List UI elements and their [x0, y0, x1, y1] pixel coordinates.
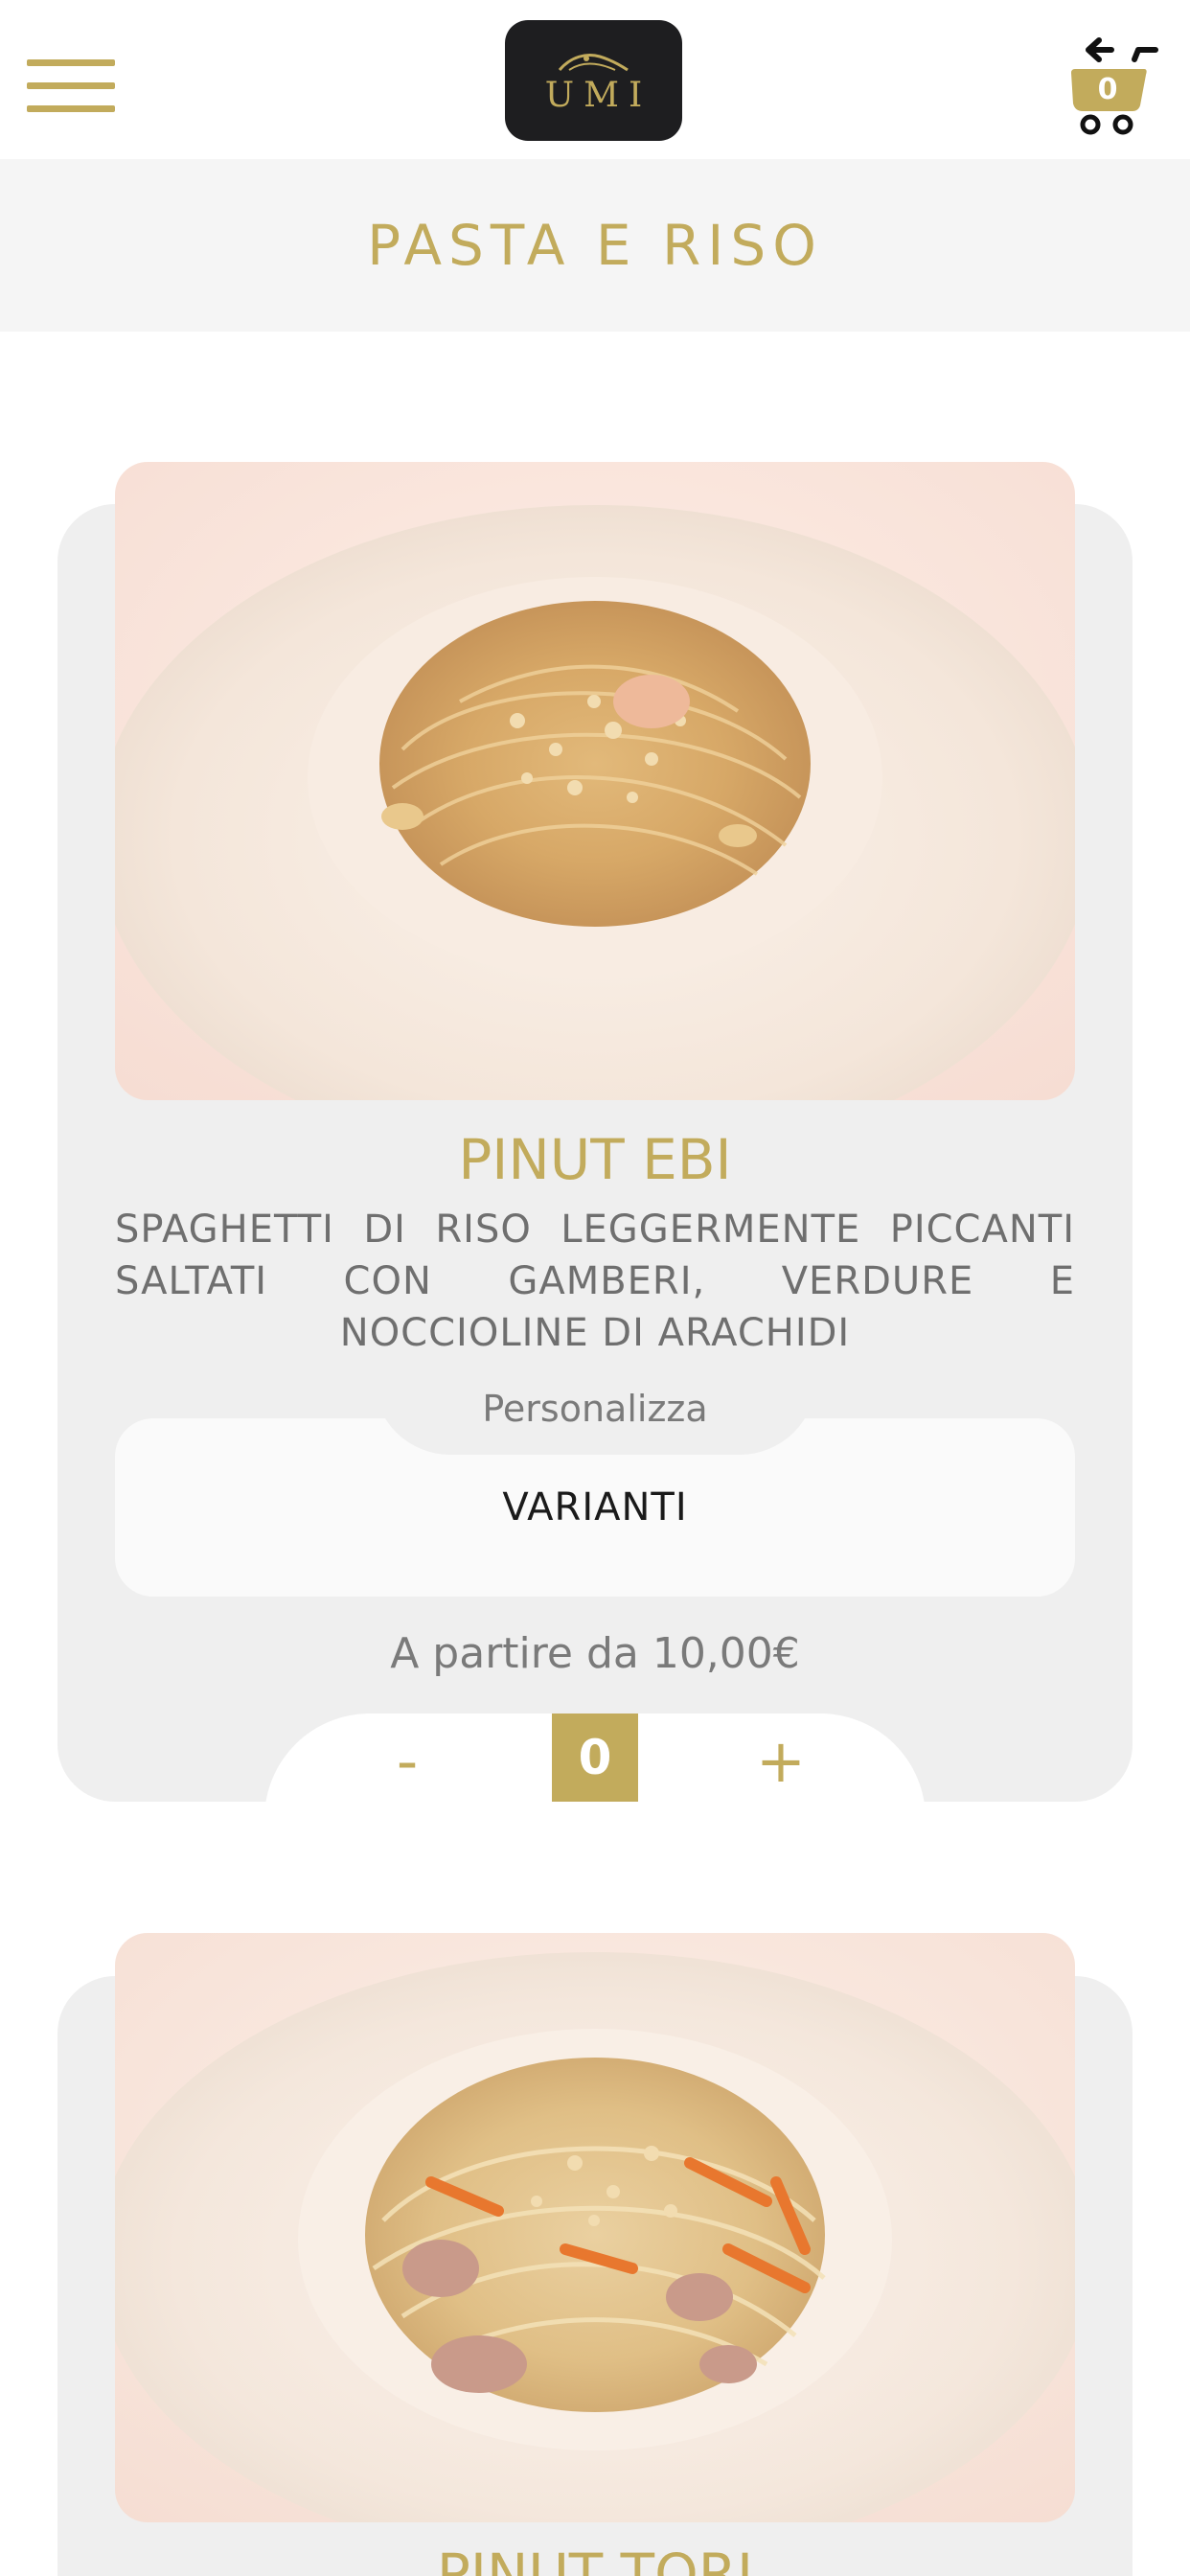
- decrease-quantity-button[interactable]: -: [364, 1721, 450, 1802]
- logo-car-icon: [558, 54, 629, 72]
- app-header: UMI 0: [0, 0, 1190, 159]
- product-name: PINUT TORI: [436, 2542, 754, 2576]
- category-header: PASTA E RISO: [0, 159, 1190, 332]
- cart-count-badge: 0: [1097, 73, 1118, 106]
- quantity-value: 0: [552, 1714, 638, 1802]
- dish-photo: [115, 462, 1075, 1100]
- product-image[interactable]: [115, 1933, 1075, 2522]
- hamburger-menu-icon[interactable]: [27, 56, 115, 117]
- menu-bar: [27, 59, 115, 66]
- logo-text: UMI: [544, 76, 652, 115]
- product-image[interactable]: [115, 462, 1075, 1100]
- product-name: PINUT EBI: [458, 1127, 732, 1192]
- menu-bar: [27, 105, 115, 112]
- category-title: PASTA E RISO: [367, 213, 823, 278]
- cart-button[interactable]: 0: [1067, 31, 1163, 138]
- menu-bar: [27, 82, 115, 89]
- dish-photo: [115, 1933, 1075, 2522]
- product-price: A partire da 10,00€: [390, 1629, 800, 1678]
- product-description: SPAGHETTI DI RISO LEGGERMENTE PICCANTI S…: [115, 1208, 1075, 1355]
- increase-quantity-button[interactable]: +: [738, 1721, 824, 1802]
- variants-label: VARIANTI: [502, 1485, 688, 1530]
- personalize-label: Personalizza: [482, 1388, 708, 1430]
- brand-logo[interactable]: UMI: [505, 20, 682, 141]
